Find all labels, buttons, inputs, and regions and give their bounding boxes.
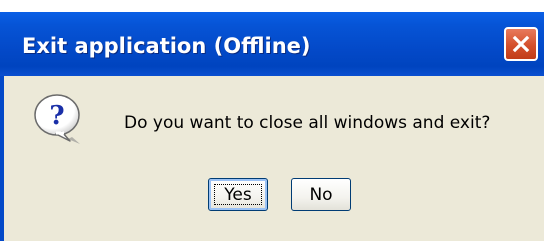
yes-button-label: Yes	[224, 184, 252, 205]
no-button[interactable]: No	[291, 178, 351, 211]
title-bar[interactable]: Exit application (Offline)	[0, 12, 544, 76]
no-button-label: No	[309, 184, 333, 205]
yes-button[interactable]: Yes	[208, 178, 268, 211]
svg-text:?: ?	[49, 101, 64, 131]
question-icon: ?	[34, 94, 80, 144]
dialog-message: Do you want to close all windows and exi…	[124, 113, 491, 133]
exit-dialog: Exit application (Offline) ? Do you want…	[0, 0, 544, 241]
close-button[interactable]	[504, 27, 538, 61]
close-icon	[512, 35, 530, 53]
window-title: Exit application (Offline)	[22, 34, 311, 58]
